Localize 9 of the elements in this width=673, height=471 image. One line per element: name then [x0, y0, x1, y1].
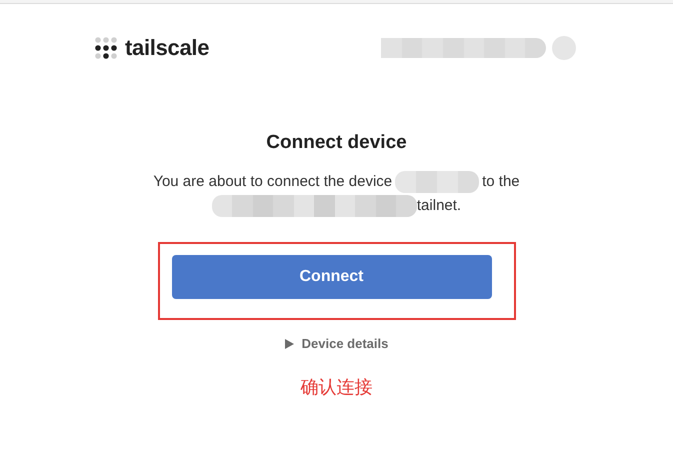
triangle-icon	[284, 338, 294, 348]
connect-message: You are about to connect the device to the tailnet.	[153, 170, 520, 218]
page-title: Connect device	[266, 132, 407, 154]
avatar-icon	[552, 36, 576, 60]
logo-icon	[95, 37, 117, 59]
connect-button[interactable]: Connect	[172, 255, 492, 299]
logo-text: tailscale	[125, 35, 210, 61]
device-details-toggle[interactable]: Device details	[284, 336, 388, 351]
annotation-text: 确认连接	[300, 376, 372, 399]
